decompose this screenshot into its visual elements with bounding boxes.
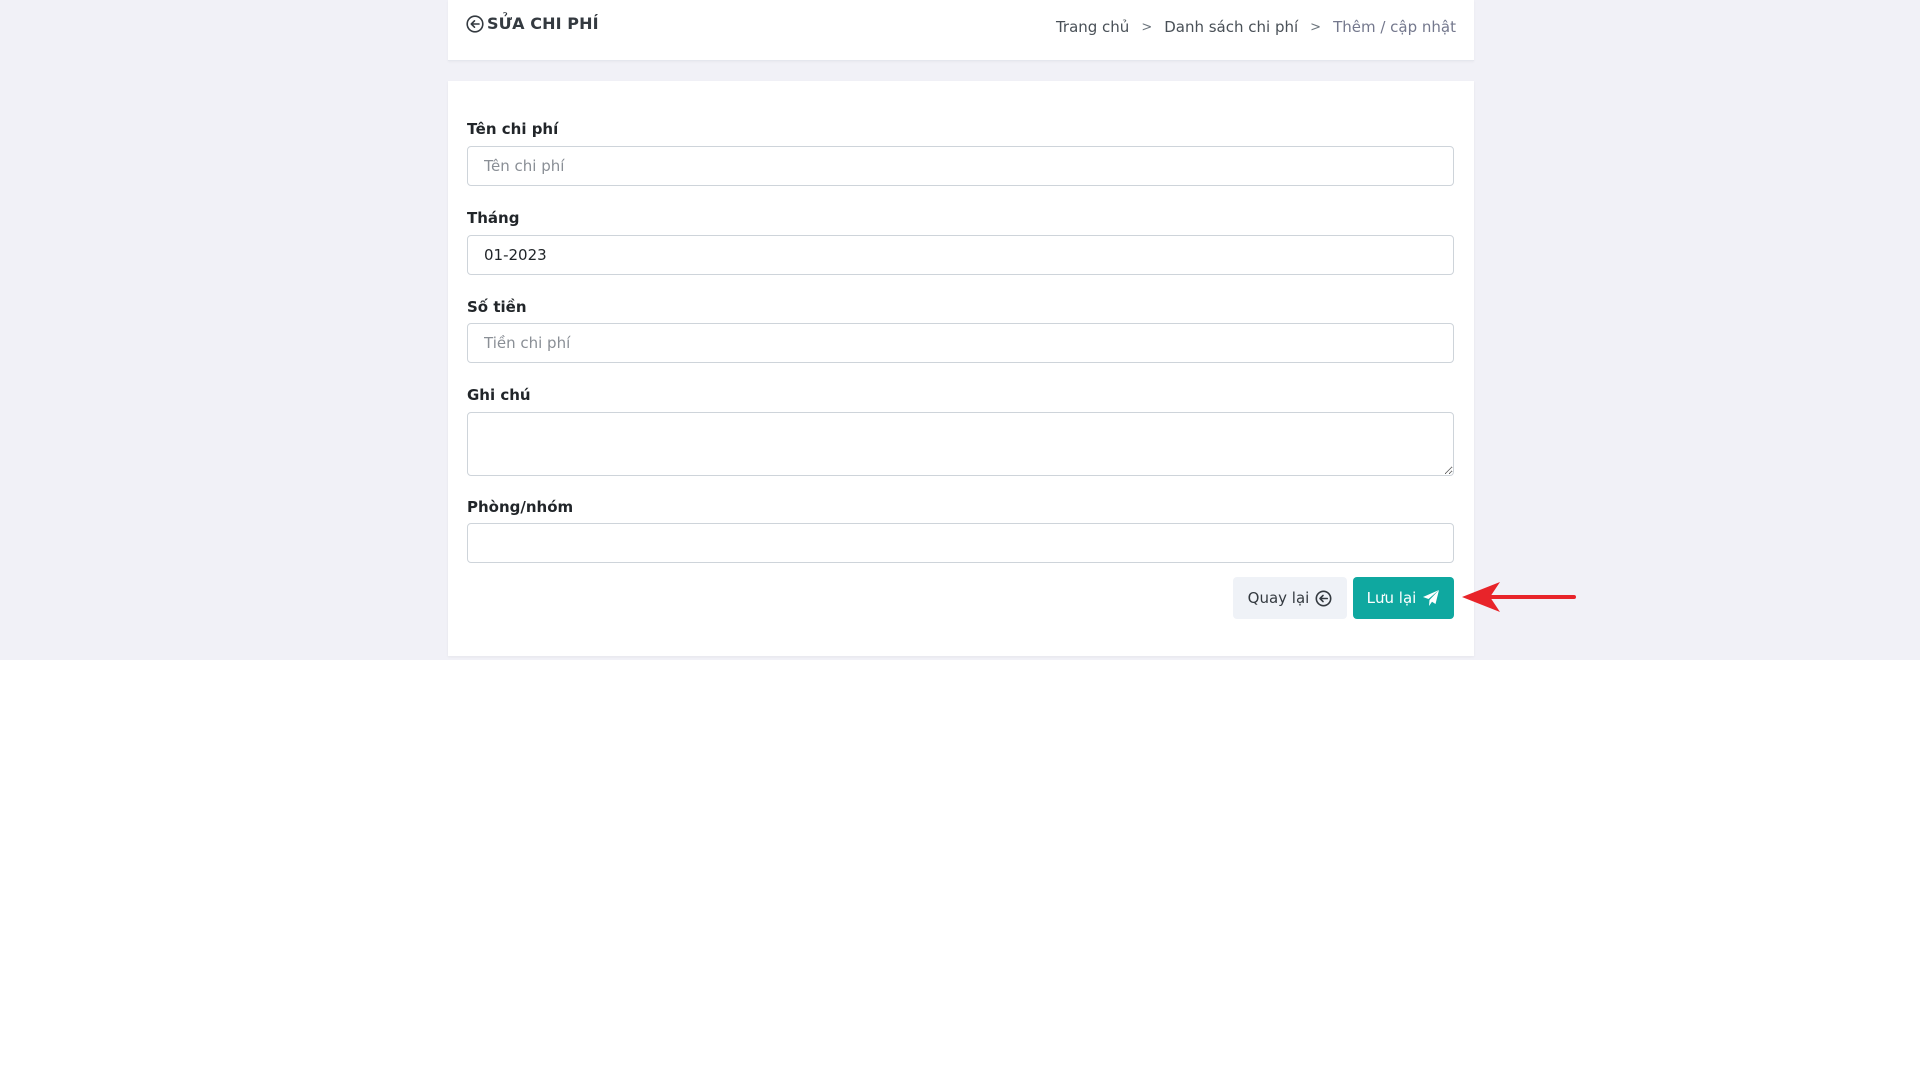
amount-input[interactable] bbox=[467, 323, 1454, 363]
back-button[interactable]: Quay lại bbox=[1233, 577, 1347, 619]
note-textarea[interactable] bbox=[467, 412, 1454, 476]
breadcrumb-separator: > bbox=[1141, 19, 1153, 35]
breadcrumb-item-expense-list[interactable]: Danh sách chi phí bbox=[1164, 18, 1298, 36]
breadcrumb: Trang chủ > Danh sách chi phí > Thêm / c… bbox=[1056, 18, 1456, 36]
page-header: SỬA CHI PHÍ Trang chủ > Danh sách chi ph… bbox=[448, 0, 1474, 61]
department-input[interactable] bbox=[467, 523, 1454, 563]
month-input[interactable] bbox=[467, 235, 1454, 275]
save-button[interactable]: Lưu lại bbox=[1353, 577, 1454, 619]
page-title[interactable]: SỬA CHI PHÍ bbox=[466, 14, 599, 33]
amount-label: Số tiền bbox=[467, 298, 527, 316]
expense-name-input[interactable] bbox=[467, 146, 1454, 186]
back-button-label: Quay lại bbox=[1247, 589, 1310, 607]
page-title-text: SỬA CHI PHÍ bbox=[487, 14, 599, 33]
expense-name-label: Tên chi phí bbox=[467, 120, 559, 138]
paper-plane-icon bbox=[1423, 590, 1440, 606]
breadcrumb-item-current: Thêm / cập nhật bbox=[1333, 18, 1456, 36]
department-label: Phòng/nhóm bbox=[467, 498, 574, 516]
circle-arrow-left-icon[interactable] bbox=[466, 14, 484, 33]
save-button-label: Lưu lại bbox=[1366, 589, 1417, 607]
circle-arrow-left-icon bbox=[1315, 590, 1332, 606]
breadcrumb-item-home[interactable]: Trang chủ bbox=[1056, 18, 1129, 36]
month-label: Tháng bbox=[467, 209, 520, 227]
expense-form: Tên chi phí Tháng Số tiền Ghi chú Phòng/… bbox=[448, 81, 1474, 656]
note-label: Ghi chú bbox=[467, 386, 531, 404]
annotation-arrow-icon bbox=[1462, 582, 1576, 612]
breadcrumb-separator: > bbox=[1310, 19, 1322, 35]
